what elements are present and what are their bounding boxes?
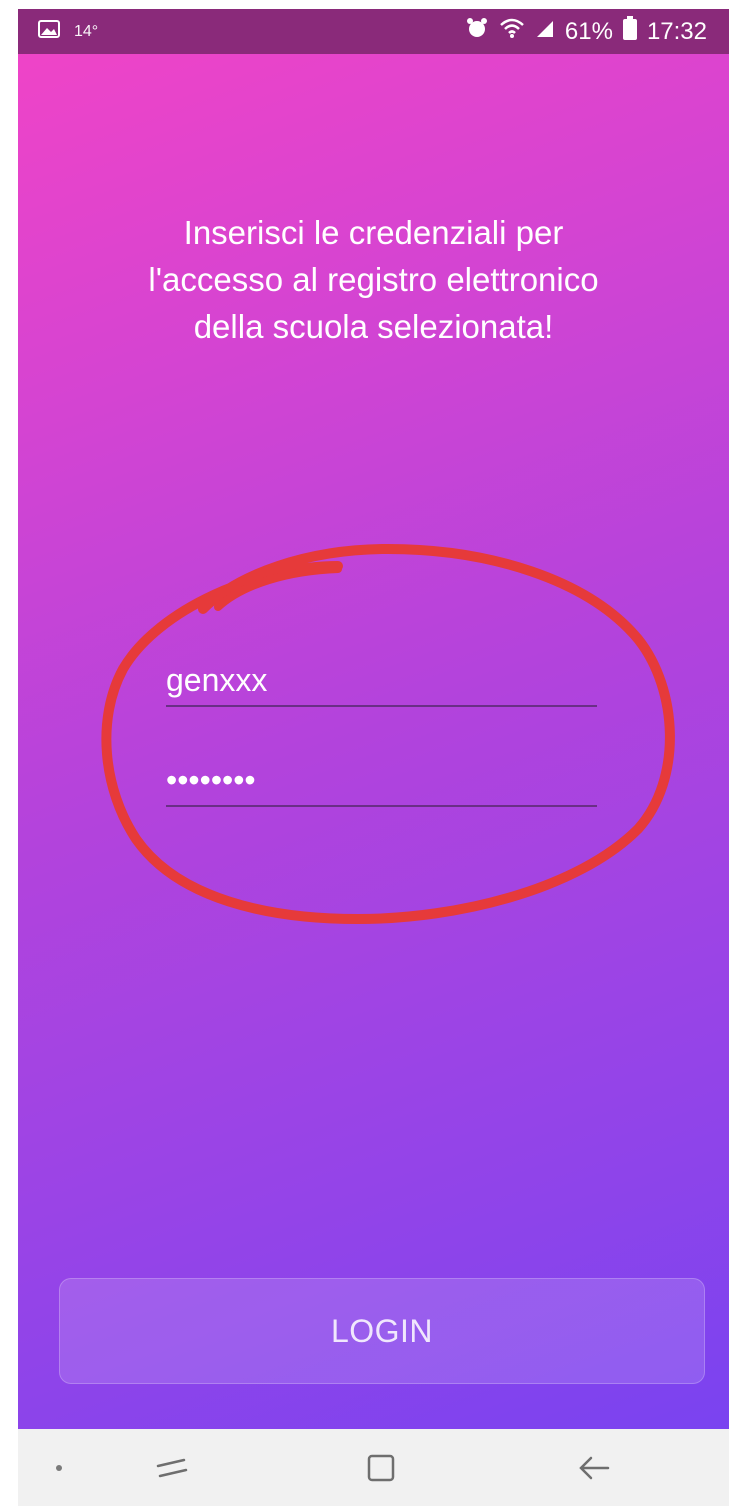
dot-icon[interactable] xyxy=(54,1429,64,1506)
back-icon[interactable] xyxy=(578,1429,610,1506)
home-icon[interactable] xyxy=(366,1429,396,1506)
recent-apps-icon[interactable] xyxy=(156,1429,188,1506)
username-field[interactable]: genxxx xyxy=(166,657,597,707)
annotation-circle xyxy=(101,543,675,925)
login-button[interactable]: LOGIN xyxy=(59,1278,705,1384)
username-value: genxxx xyxy=(166,662,268,698)
navigation-bar xyxy=(18,1429,729,1506)
login-button-label: LOGIN xyxy=(330,1312,434,1349)
login-screen: 14° 61% 17:32 Inserisci le credenziali p… xyxy=(18,9,729,1429)
phone-frame: 14° 61% 17:32 Inserisci le credenziali p… xyxy=(0,0,729,1506)
password-field[interactable]: •••••••• xyxy=(166,757,597,807)
password-value: •••••••• xyxy=(166,762,256,798)
